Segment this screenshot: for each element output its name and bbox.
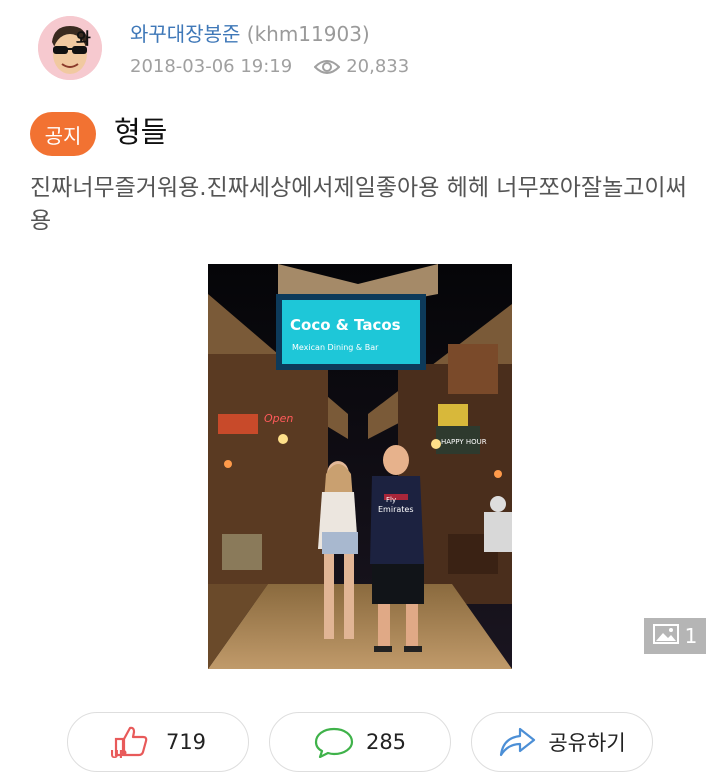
neon-open-text: Open — [264, 412, 293, 425]
sign-title: Coco & Tacos — [290, 316, 401, 334]
post-title: 형들 — [114, 115, 168, 149]
post-body: 진짜너무즐거워용.진짜세상에서제일좋아용 헤헤 너무쪼아잘놀고이써용 — [30, 175, 687, 234]
share-button[interactable]: 공유하기 — [471, 712, 653, 772]
up-label: UP — [110, 748, 127, 759]
eye-icon — [314, 57, 341, 77]
chalkboard-text: HAPPY HOUR — [441, 438, 487, 446]
notice-badge: 공지 — [30, 112, 96, 156]
author-line[interactable]: 와꾸대장봉준 (khm11903) — [130, 18, 370, 47]
share-arrow-icon — [498, 726, 536, 758]
jersey-text-emirates: Emirates — [378, 505, 414, 514]
image-count: 1 — [684, 624, 698, 648]
post-meta: 2018-03-06 19:19 20,833 — [130, 56, 409, 77]
thumbs-up-icon: UP — [110, 725, 154, 759]
comment-count: 285 — [365, 730, 407, 754]
image-count-badge[interactable]: 1 — [644, 618, 706, 654]
image-icon — [652, 623, 679, 649]
author-name[interactable]: 와꾸대장봉준 — [130, 22, 240, 46]
jersey-text-fly: Fly — [386, 496, 396, 504]
comment-button[interactable]: 285 — [269, 712, 451, 772]
share-label: 공유하기 — [548, 731, 626, 755]
svg-text:와: 와 — [76, 29, 91, 48]
avatar-face-icon: 와 — [38, 16, 102, 80]
view-count: 20,833 — [346, 56, 410, 77]
post-photo[interactable]: HAPPY HOUR Open Coco & Tacos Mexican Din… — [208, 264, 512, 669]
restaurant-photo-image: HAPPY HOUR Open Coco & Tacos Mexican Din… — [208, 264, 512, 669]
upvote-button[interactable]: UP 719 — [67, 712, 249, 772]
speech-bubble-icon — [314, 726, 354, 758]
upvote-count: 719 — [165, 730, 207, 754]
sign-subtitle: Mexican Dining & Bar — [292, 343, 379, 352]
post-date: 2018-03-06 19:19 — [130, 56, 293, 77]
author-id: (khm11903) — [246, 22, 370, 46]
avatar[interactable]: 와 — [38, 16, 102, 80]
